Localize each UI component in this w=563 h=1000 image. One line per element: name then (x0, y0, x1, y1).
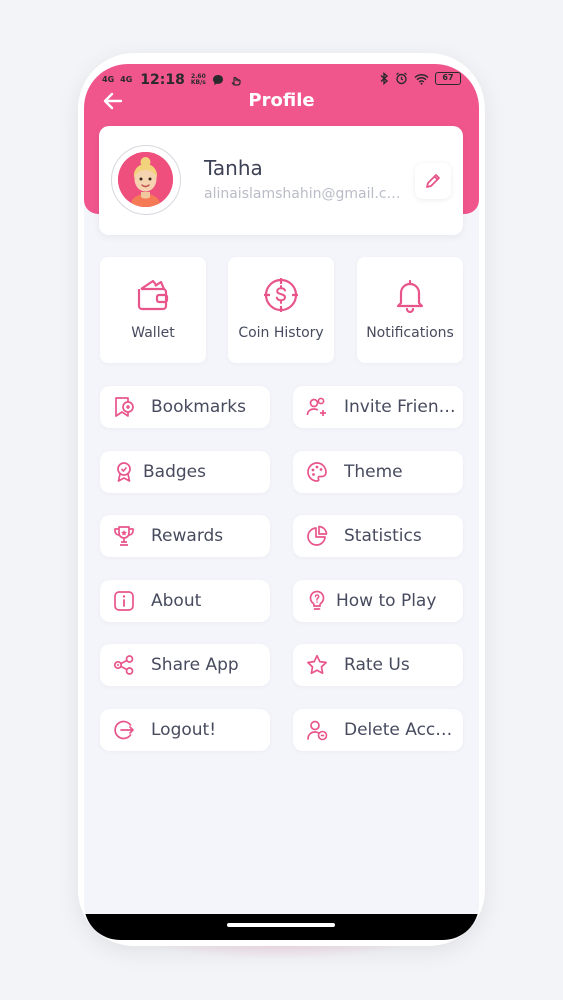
chat-bubble-icon (212, 74, 224, 86)
theme-button[interactable]: Theme (293, 451, 463, 493)
user-email: alinaislamshahin@gmail.com (204, 186, 404, 202)
invite-friends-icon (305, 395, 329, 419)
delete-account-icon (305, 718, 329, 742)
invite-friends-label: Invite Friends (344, 397, 456, 417)
rewards-button[interactable]: Rewards (100, 515, 270, 557)
wallet-label: Wallet (131, 325, 175, 341)
theme-label: Theme (344, 462, 403, 482)
wallet-icon (100, 275, 206, 315)
delete-account-button[interactable]: Delete Account (293, 709, 463, 751)
page-title: Profile (248, 90, 315, 111)
coin-icon (228, 275, 334, 315)
status-bar: 4G 4G 12:18 2.60 KB/s 67 (84, 70, 479, 92)
signal-2-label: 4G (120, 75, 133, 84)
star-icon (305, 653, 329, 677)
edit-profile-button[interactable] (415, 163, 451, 199)
pencil-icon (424, 172, 442, 190)
wifi-icon (414, 73, 429, 85)
status-time: 12:18 (140, 72, 185, 88)
delete-account-label: Delete Account (344, 720, 456, 740)
statistics-button[interactable]: Statistics (293, 515, 463, 557)
invite-friends-button[interactable]: Invite Friends (293, 386, 463, 428)
wallet-tile[interactable]: Wallet (100, 257, 206, 363)
profile-card: Tanha alinaislamshahin@gmail.com (99, 126, 463, 235)
avatar[interactable] (111, 145, 181, 215)
badges-label: Badges (143, 462, 206, 482)
rewards-label: Rewards (151, 526, 224, 546)
app-screen: 4G 4G 12:18 2.60 KB/s 67 Profile Tanha a… (84, 64, 479, 940)
logout-label: Logout! (151, 720, 217, 740)
how-to-play-label: How to Play (336, 591, 437, 611)
user-name: Tanha (204, 156, 263, 180)
badge-icon (112, 460, 136, 484)
bookmark-icon (112, 395, 136, 419)
share-app-label: Share App (151, 655, 239, 675)
lightbulb-icon (305, 589, 329, 613)
badges-button[interactable]: Badges (100, 451, 270, 493)
statistics-label: Statistics (344, 526, 422, 546)
logout-button[interactable]: Logout! (100, 709, 270, 751)
notifications-tile[interactable]: Notifications (357, 257, 463, 363)
coin-history-label: Coin History (238, 325, 324, 341)
trophy-icon (112, 524, 136, 548)
share-icon (112, 653, 136, 677)
notifications-label: Notifications (366, 325, 454, 341)
bluetooth-icon (380, 72, 389, 85)
signal-1-label: 4G (102, 75, 115, 84)
pie-chart-icon (305, 524, 329, 548)
share-app-button[interactable]: Share App (100, 644, 270, 686)
gesture-icon (230, 74, 241, 86)
logout-icon (112, 718, 136, 742)
how-to-play-button[interactable]: How to Play (293, 580, 463, 622)
home-indicator[interactable] (227, 923, 335, 927)
network-speed-unit: KB/s (190, 79, 206, 86)
rate-us-label: Rate Us (344, 655, 410, 675)
bell-icon (357, 275, 463, 315)
bookmarks-label: Bookmarks (151, 397, 246, 417)
alarm-icon (395, 72, 408, 85)
about-label: About (151, 591, 202, 611)
palette-icon (305, 460, 329, 484)
battery-indicator: 67 (435, 72, 461, 85)
network-speed: 2.60 KB/s (191, 74, 206, 86)
bookmarks-button[interactable]: Bookmarks (100, 386, 270, 428)
rate-us-button[interactable]: Rate Us (293, 644, 463, 686)
about-button[interactable]: About (100, 580, 270, 622)
info-icon (112, 589, 136, 613)
avatar-image (118, 152, 173, 207)
navigation-bar (84, 914, 479, 940)
coin-history-tile[interactable]: Coin History (228, 257, 334, 363)
